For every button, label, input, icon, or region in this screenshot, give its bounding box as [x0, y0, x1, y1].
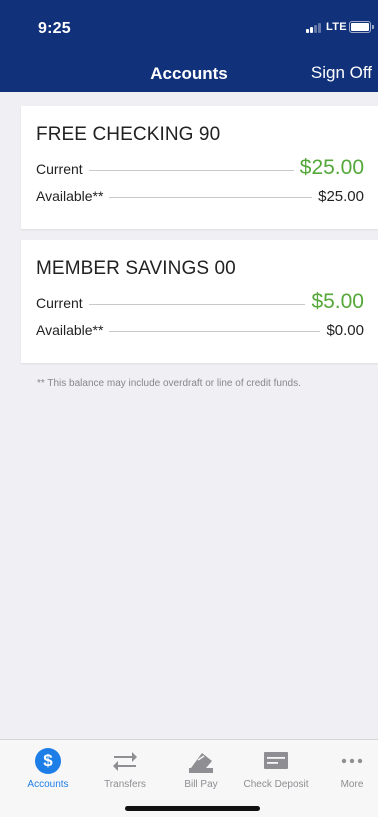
- tab-label: Accounts: [27, 779, 69, 790]
- tab-accounts[interactable]: $ Accounts: [10, 740, 86, 798]
- current-balance-row: Current $5.00: [36, 290, 364, 314]
- account-card-checking[interactable]: FREE CHECKING 90 Current $25.00 Availabl…: [21, 106, 378, 229]
- current-label: Current: [36, 161, 83, 177]
- status-time: 9:25: [38, 20, 71, 37]
- status-bar: 9:25 LTE: [0, 0, 378, 46]
- account-name: MEMBER SAVINGS 00: [36, 258, 236, 279]
- balance-footnote: ** This balance may include overdraft or…: [37, 378, 301, 389]
- dollar-circle-icon: $: [35, 748, 61, 774]
- transfer-arrows-icon: [112, 748, 138, 774]
- leader-line: [109, 331, 321, 332]
- signal-strength-icon: [306, 23, 322, 33]
- current-balance-row: Current $25.00: [36, 156, 364, 180]
- current-label: Current: [36, 295, 83, 311]
- bill-pay-icon: [188, 748, 214, 774]
- nav-bar: Accounts Sign Off: [0, 46, 378, 92]
- network-type: LTE: [326, 21, 347, 33]
- available-balance-row: Available** $25.00: [36, 188, 364, 205]
- account-card-savings[interactable]: MEMBER SAVINGS 00 Current $5.00 Availabl…: [21, 240, 378, 363]
- leader-line: [88, 304, 306, 305]
- available-label: Available**: [36, 322, 104, 338]
- current-balance: $5.00: [311, 290, 364, 313]
- tab-check-deposit[interactable]: Check Deposit: [238, 740, 314, 798]
- current-balance: $25.00: [299, 156, 364, 179]
- sign-off-button[interactable]: Sign Off: [311, 63, 372, 83]
- available-balance-row: Available** $0.00: [36, 322, 364, 339]
- more-dots-icon: [339, 748, 365, 774]
- account-name: FREE CHECKING 90: [36, 124, 221, 145]
- tab-bill-pay[interactable]: Bill Pay: [163, 740, 239, 798]
- home-indicator[interactable]: [125, 806, 260, 811]
- accounts-screen: 9:25 LTE Accounts Sign Off FREE CHECKING…: [0, 0, 378, 817]
- tab-transfers[interactable]: Transfers: [87, 740, 163, 798]
- header: 9:25 LTE Accounts Sign Off: [0, 0, 378, 92]
- available-balance: $25.00: [318, 188, 364, 205]
- tab-label: Check Deposit: [243, 779, 309, 790]
- leader-line: [88, 170, 294, 171]
- available-label: Available**: [36, 188, 104, 204]
- check-deposit-icon: [263, 748, 289, 774]
- tab-label: Transfers: [104, 779, 146, 790]
- available-balance: $0.00: [326, 322, 364, 339]
- tab-label: More: [340, 779, 364, 790]
- tab-more[interactable]: More: [314, 740, 378, 798]
- battery-icon: [349, 21, 374, 33]
- tab-label: Bill Pay: [184, 779, 218, 790]
- leader-line: [109, 197, 313, 198]
